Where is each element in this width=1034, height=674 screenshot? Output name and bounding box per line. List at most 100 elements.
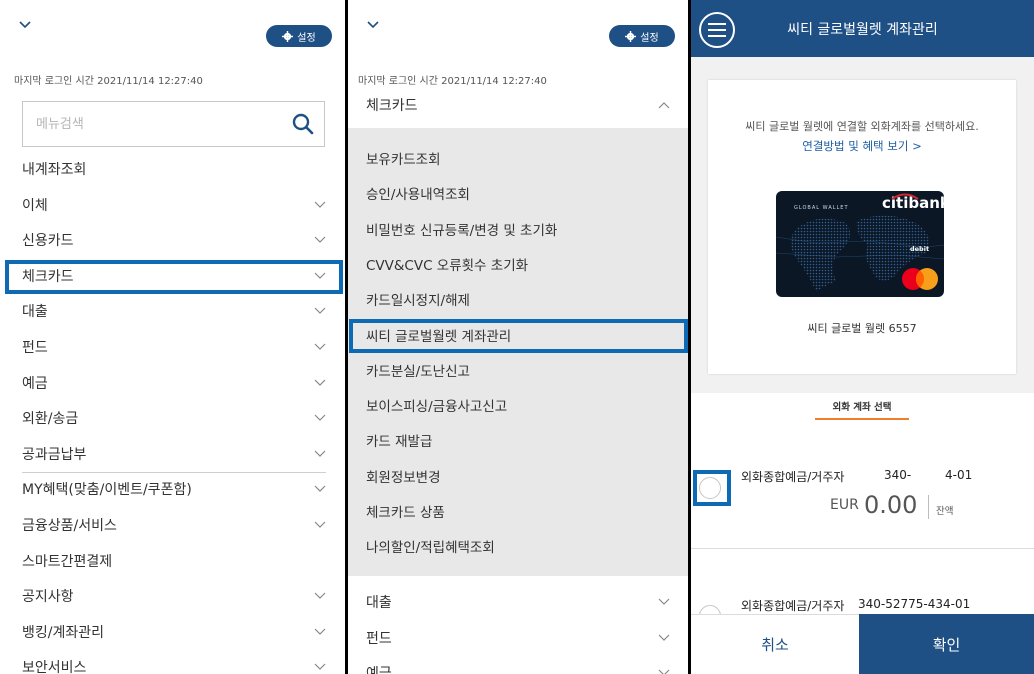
settings-label: 설정: [640, 32, 659, 44]
menu-section-check-card[interactable]: 체크카드: [366, 90, 670, 120]
last-login-time: 마지막 로그인 시간 2021/11/14 12:27:40: [14, 76, 203, 87]
chevron-down-icon: [314, 236, 326, 244]
submenu-item-12[interactable]: 나의할인/적립혜택조회: [366, 529, 676, 563]
menu-item-label: 공과금납부: [22, 446, 87, 463]
menu-item-12[interactable]: 스마트간편결제: [22, 544, 326, 578]
menu-item-9[interactable]: 공과금납부: [22, 437, 326, 471]
chevron-up-icon: [658, 102, 670, 109]
menu-item-label: 펀드: [22, 340, 48, 356]
account-name: 외화종합예금/거주자: [741, 599, 845, 613]
settings-button[interactable]: 설정: [609, 25, 675, 47]
wallet-text: GLOBAL WALLET: [794, 205, 849, 211]
chevron-down-icon: [314, 592, 326, 600]
chevron-down-icon: [658, 634, 670, 641]
settings-button[interactable]: 설정: [266, 25, 332, 47]
submenu-item-5[interactable]: 카드일시정지/해제: [366, 282, 676, 316]
submenu-item-6[interactable]: 씨티 글로벌월렛 계좌관리: [366, 318, 676, 352]
account-amount: 0.00: [864, 491, 918, 519]
account-divider: [691, 548, 1034, 549]
last-login-time: 마지막 로그인 시간 2021/11/14 12:27:40: [358, 76, 547, 87]
menu-item-13[interactable]: 공지사항: [22, 579, 326, 613]
account-radio[interactable]: [699, 477, 721, 499]
menu-item-label: 외환/송금: [22, 411, 79, 428]
chevron-down-icon: [314, 628, 326, 635]
chevron-down-icon: [314, 521, 326, 528]
chevron-down-icon: [314, 663, 326, 671]
section-title: 체크카드: [366, 98, 418, 114]
menu-item-1[interactable]: 대출: [366, 585, 670, 619]
menu-item-15[interactable]: 보안서비스: [22, 650, 326, 674]
balance-label: 잔액: [936, 506, 954, 517]
submenu-item-10[interactable]: 회원정보변경: [366, 459, 676, 493]
benefits-link[interactable]: 연결방법 및 혜택 보기 >: [708, 138, 1016, 154]
menu-item-label: 예금: [22, 375, 48, 392]
menu-item-1[interactable]: 내계좌조회: [22, 152, 326, 186]
tab-account-select[interactable]: 외화 계좌 선택: [815, 399, 909, 413]
menu-button[interactable]: [699, 12, 735, 48]
submenu-item-11[interactable]: 체크카드 상품: [366, 494, 676, 528]
chevron-down-icon[interactable]: [18, 18, 32, 32]
submenu-item-3[interactable]: 비밀번호 신규등록/변경 및 초기화: [366, 212, 676, 246]
submenu-item-2[interactable]: 승인/사용내역조회: [366, 176, 676, 210]
menu-item-label: 이체: [22, 197, 48, 214]
submenu-item-9[interactable]: 카드 재발급: [366, 423, 676, 457]
menu-item-8[interactable]: 외환/송금: [22, 401, 326, 435]
chevron-down-icon[interactable]: [366, 18, 380, 32]
account-name: 외화종합예금/거주자: [741, 470, 845, 484]
menu-item-label: 내계좌조회: [22, 162, 87, 178]
gear-icon: [282, 30, 294, 42]
menu-item-3[interactable]: 신용카드: [22, 223, 326, 257]
amount-divider: [928, 495, 929, 519]
submenu-item-8[interactable]: 보이스피싱/금융사고신고: [366, 388, 676, 422]
tab-active-indicator: [815, 418, 909, 420]
menu-item-6[interactable]: 펀드: [22, 330, 326, 364]
menu-item-label: 공지사항: [22, 589, 74, 606]
menu-item-label: 뱅킹/계좌관리: [22, 624, 104, 641]
menu-item-14[interactable]: 뱅킹/계좌관리: [22, 615, 326, 649]
menu-item-label: 펀드: [366, 630, 392, 647]
chevron-down-icon: [314, 272, 326, 279]
submenu-item-7[interactable]: 카드분실/도난신고: [366, 353, 676, 387]
card-image: GLOBAL WALLET citibank debit: [776, 191, 944, 297]
app-header: 씨티 글로벌월렛 계좌관리: [691, 0, 1034, 57]
settings-label: 설정: [297, 32, 316, 44]
search-icon[interactable]: [292, 113, 314, 135]
cancel-button[interactable]: 취소: [691, 614, 859, 674]
account-number: 340-52775-434-01: [858, 597, 971, 611]
menu-item-7[interactable]: 예금: [22, 366, 326, 400]
menu-item-label: 금융상품/서비스: [22, 518, 117, 534]
menu-item-3[interactable]: 예금: [366, 656, 670, 674]
chevron-down-icon: [314, 485, 326, 493]
mastercard-logo-icon: [902, 268, 938, 290]
chevron-down-icon: [314, 379, 326, 386]
menu-item-5[interactable]: 대출: [22, 294, 326, 328]
menu-item-10[interactable]: MY혜택(맞춤/이벤트/쿠폰함): [22, 472, 326, 506]
menu-item-label: MY혜택(맞춤/이벤트/쿠폰함): [22, 482, 192, 499]
chevron-down-icon: [314, 307, 326, 315]
tab-strip: 외화 계좌 선택: [691, 393, 1034, 421]
page-title: 씨티 글로벌월렛 계좌관리: [787, 21, 938, 38]
menu-item-2[interactable]: 펀드: [366, 621, 670, 655]
card-info-panel: 씨티 글로벌 월렛에 연결할 외화계좌를 선택하세요. 연결방법 및 혜택 보기…: [708, 80, 1016, 374]
menu-item-11[interactable]: 금융상품/서비스: [22, 508, 326, 542]
submenu-item-1[interactable]: 보유카드조회: [366, 141, 676, 175]
menu-item-label: 신용카드: [22, 233, 74, 250]
menu-item-label: 체크카드: [22, 268, 74, 285]
citibank-arc-icon: [891, 193, 919, 200]
menu-item-4[interactable]: 체크카드: [22, 259, 326, 293]
search-input[interactable]: [23, 102, 283, 146]
chevron-down-icon: [658, 669, 670, 674]
debit-text: debit: [910, 245, 930, 253]
menu-panel-main: 설정 마지막 로그인 시간 2021/11/14 12:27:40 내계좌조회이…: [0, 0, 345, 674]
menu-item-label: 보안서비스: [22, 660, 87, 674]
account-currency: EUR: [830, 497, 859, 513]
chevron-down-icon: [314, 201, 326, 208]
search-box: [22, 101, 325, 147]
submenu-area: 보유카드조회 승인/사용내역조회 비밀번호 신규등록/변경 및 초기화 CVV&CVC…: [348, 128, 688, 576]
chevron-down-icon: [314, 450, 326, 457]
chevron-down-icon: [314, 343, 326, 350]
submenu-item-4[interactable]: CVV&CVC 오류횟수 초기화: [366, 247, 676, 281]
confirm-button[interactable]: 확인: [859, 614, 1034, 674]
menu-item-2[interactable]: 이체: [22, 188, 326, 222]
card-name: 씨티 글로벌 월렛 6557: [807, 322, 917, 335]
